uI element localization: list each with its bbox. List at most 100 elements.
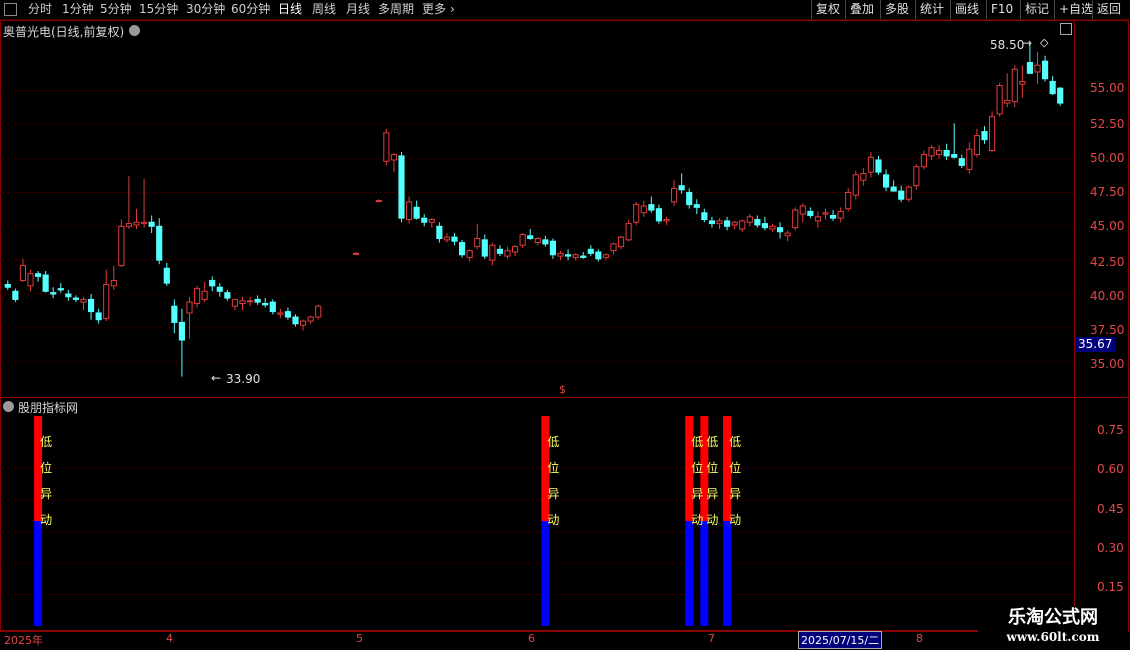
candle[interactable] (421, 214, 428, 227)
candle[interactable] (981, 126, 988, 144)
candle[interactable] (564, 249, 572, 261)
candle[interactable] (193, 285, 201, 308)
candle[interactable] (807, 207, 814, 219)
candle[interactable] (867, 151, 875, 178)
candle[interactable] (920, 150, 928, 170)
candle[interactable] (95, 308, 102, 324)
period-tab-1min[interactable]: 1分钟 (62, 1, 94, 18)
candle[interactable] (1004, 73, 1011, 108)
menu-icon[interactable] (4, 3, 17, 16)
candle[interactable] (663, 216, 670, 225)
candle[interactable] (178, 308, 186, 377)
candle[interactable] (1034, 51, 1041, 85)
candle[interactable] (80, 296, 87, 311)
candle[interactable] (50, 287, 57, 299)
period-tab-5min[interactable]: 5分钟 (100, 1, 132, 18)
candle[interactable] (913, 164, 920, 190)
candle[interactable] (140, 178, 148, 228)
candle[interactable] (1041, 55, 1049, 82)
signal-indicator-chart[interactable] (0, 397, 1074, 630)
candle[interactable] (898, 185, 905, 202)
candle[interactable] (65, 289, 72, 301)
candle[interactable] (34, 270, 42, 282)
candle[interactable] (670, 180, 678, 206)
candle[interactable] (133, 208, 140, 230)
candle[interactable] (436, 222, 443, 243)
candle[interactable] (239, 296, 246, 311)
candle[interactable] (489, 242, 496, 266)
candle[interactable] (860, 168, 867, 186)
candle[interactable] (1011, 65, 1018, 108)
candle[interactable] (284, 307, 292, 320)
candle[interactable] (655, 204, 663, 224)
candle[interactable] (587, 245, 594, 257)
candle[interactable] (1049, 76, 1056, 95)
candle[interactable] (299, 319, 307, 331)
candle[interactable] (693, 199, 700, 215)
candle[interactable] (617, 235, 625, 250)
candle[interactable] (686, 188, 693, 209)
candle[interactable] (72, 295, 80, 303)
candle[interactable] (935, 145, 943, 159)
add-watchlist-button[interactable]: +自选 (1054, 0, 1097, 19)
candle[interactable] (633, 201, 640, 225)
candle[interactable] (352, 252, 360, 255)
period-tab-60min[interactable]: 60分钟 (231, 1, 270, 18)
candle[interactable] (125, 176, 133, 230)
mark-button[interactable]: 标记 (1020, 0, 1053, 19)
candle[interactable] (428, 218, 435, 228)
candle[interactable] (163, 262, 170, 286)
candle[interactable] (988, 111, 996, 152)
candle[interactable] (625, 219, 632, 242)
candle[interactable] (209, 276, 216, 292)
chevron-right-icon[interactable]: › (450, 1, 455, 18)
candle[interactable] (557, 250, 564, 261)
candle[interactable] (966, 142, 973, 174)
event-marker[interactable]: $ (559, 383, 566, 396)
period-tab-weekly[interactable]: 周线 (312, 1, 336, 18)
candle[interactable] (731, 220, 738, 230)
statistics-button[interactable]: 统计 (915, 0, 948, 19)
draw-line-button[interactable]: 画线 (950, 0, 983, 19)
candle[interactable] (42, 270, 49, 293)
candle[interactable] (534, 237, 541, 246)
candle[interactable] (277, 308, 284, 319)
candle[interactable] (708, 216, 716, 228)
period-tab-15min[interactable]: 15分钟 (139, 1, 178, 18)
candle[interactable] (474, 223, 481, 250)
candle[interactable] (799, 203, 806, 223)
candle[interactable] (186, 296, 193, 339)
period-tab-30min[interactable]: 30分钟 (186, 1, 225, 18)
candle[interactable] (822, 208, 829, 220)
candle[interactable] (292, 314, 299, 327)
candle[interactable] (118, 219, 125, 267)
candle[interactable] (845, 188, 852, 212)
candle[interactable] (383, 128, 390, 166)
candle[interactable] (156, 218, 163, 265)
candle[interactable] (148, 215, 155, 234)
candle[interactable] (496, 245, 504, 257)
candle[interactable] (678, 173, 685, 194)
candle[interactable] (549, 238, 557, 259)
candle[interactable] (466, 249, 473, 262)
candle[interactable] (405, 196, 413, 224)
candle[interactable] (761, 216, 769, 231)
period-tab-intraday[interactable]: 分时 (28, 1, 52, 18)
candle[interactable] (1019, 65, 1026, 98)
period-tab-multi[interactable]: 多周期 (378, 1, 414, 18)
candle[interactable] (57, 283, 64, 293)
candle[interactable] (1057, 86, 1064, 106)
f10-button[interactable]: F10 (986, 0, 1017, 19)
candle[interactable] (776, 222, 784, 239)
candle[interactable] (602, 253, 610, 261)
period-tab-monthly[interactable]: 月线 (346, 1, 370, 18)
candle[interactable] (201, 281, 208, 303)
candle[interactable] (511, 245, 519, 257)
candle[interactable] (103, 269, 110, 322)
candle[interactable] (996, 82, 1003, 117)
candlestick-chart[interactable] (0, 20, 1074, 396)
candle[interactable] (723, 216, 731, 231)
candle[interactable] (610, 242, 617, 255)
candle[interactable] (739, 219, 746, 232)
candle[interactable] (87, 294, 95, 320)
